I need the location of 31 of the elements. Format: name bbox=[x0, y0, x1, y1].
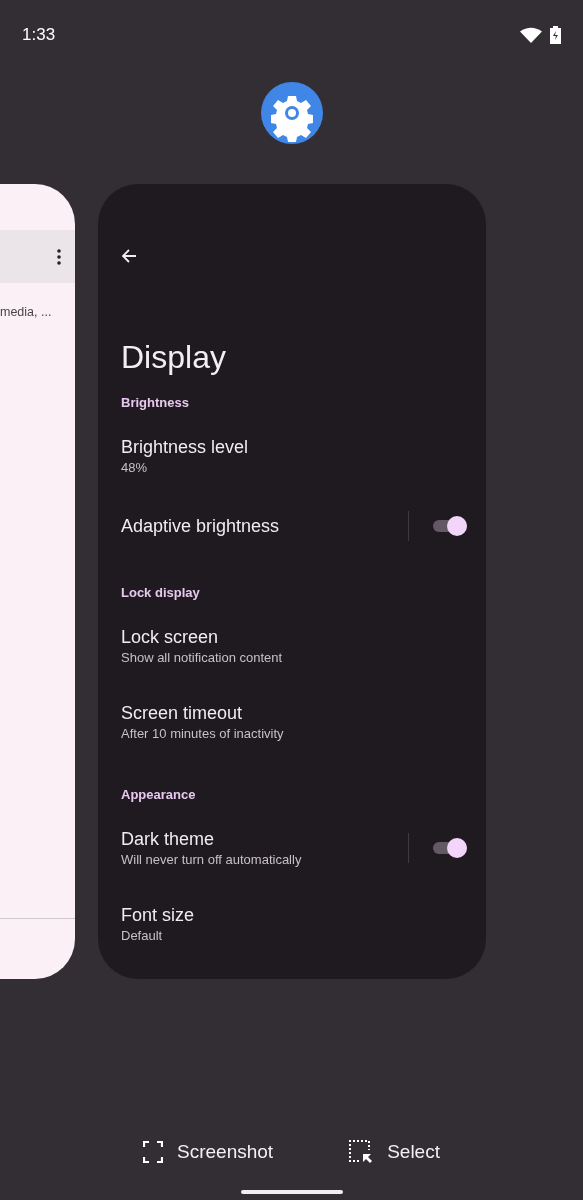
home-handle[interactable] bbox=[240, 1190, 343, 1194]
setting-title[interactable]: Dark theme bbox=[121, 827, 408, 852]
toggle-switch[interactable] bbox=[433, 516, 467, 537]
wifi-icon bbox=[520, 27, 542, 43]
page-title: Display bbox=[121, 338, 227, 377]
list-summary: media, ... bbox=[0, 304, 53, 321]
setting-title[interactable]: Font size bbox=[121, 903, 467, 928]
back-icon[interactable] bbox=[121, 248, 137, 264]
screenshot-button[interactable]: Screenshot bbox=[143, 1133, 274, 1170]
setting-summary: After 10 minutes of inactivity bbox=[121, 725, 285, 744]
select-button[interactable]: Select bbox=[349, 1133, 440, 1170]
more-icon[interactable] bbox=[57, 248, 61, 265]
setting-summary: Show all notification content bbox=[121, 649, 284, 668]
clock-time: 1:33 bbox=[22, 24, 56, 47]
setting-summary: 48% bbox=[121, 459, 149, 478]
setting-summary: Will never turn off automatically bbox=[121, 851, 303, 870]
setting-title[interactable]: Screen timeout bbox=[121, 701, 467, 726]
screenshot-icon bbox=[143, 1140, 164, 1163]
section-header: Brightness bbox=[121, 394, 190, 413]
setting-title[interactable]: Brightness level bbox=[121, 435, 467, 460]
settings-icon bbox=[260, 82, 323, 144]
setting-summary: Default bbox=[121, 927, 164, 946]
app-card[interactable]: media, ... bbox=[0, 184, 75, 979]
setting-title[interactable]: Lock screen bbox=[121, 625, 467, 650]
section-header: Appearance bbox=[121, 786, 197, 805]
select-icon bbox=[349, 1139, 374, 1164]
battery-icon bbox=[550, 26, 561, 44]
toggle-switch[interactable] bbox=[433, 838, 467, 859]
settings-card[interactable] bbox=[98, 184, 486, 979]
section-header: Lock display bbox=[121, 584, 201, 603]
setting-title[interactable]: Adaptive brightness bbox=[121, 514, 408, 539]
